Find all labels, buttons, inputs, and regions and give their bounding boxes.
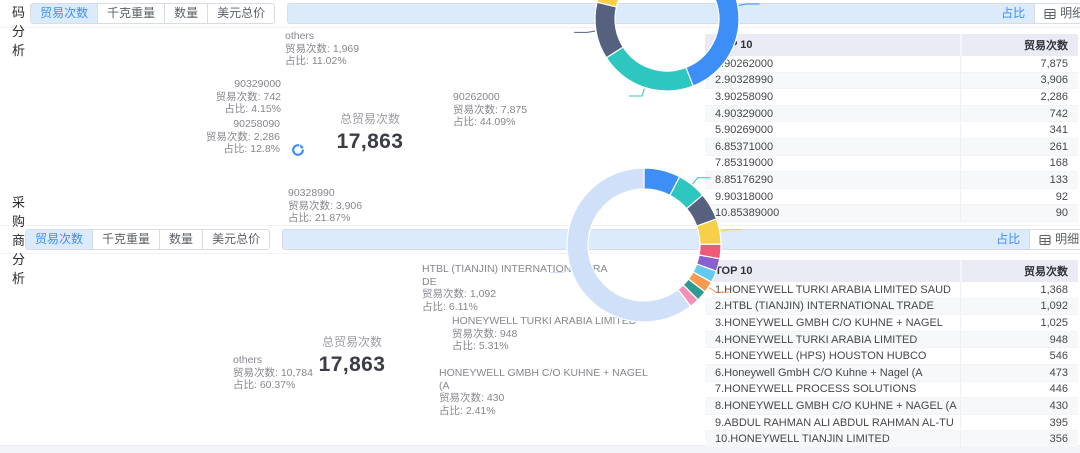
callout-percent: 占比: 4.15% — [216, 103, 281, 116]
proportion-view-button[interactable]: 占比 — [287, 3, 1035, 24]
callout-value: 贸易次数: 2,286 — [206, 131, 280, 144]
view-button-group: 占比 明细 — [282, 229, 1080, 250]
metric-button-1[interactable]: 贸易次数 — [25, 229, 93, 250]
donut-segment[interactable] — [606, 47, 693, 91]
metric-button-4[interactable]: 美元总价 — [202, 229, 270, 250]
metric-button-1[interactable]: 贸易次数 — [30, 3, 98, 24]
donut-segment[interactable] — [595, 2, 623, 58]
detail-view-button[interactable]: 明细 — [1034, 3, 1080, 24]
center-caption: 总贸易次数 — [319, 333, 386, 350]
metric-button-3[interactable]: 数量 — [164, 3, 208, 24]
detail-view-button[interactable]: 明细 — [1029, 229, 1080, 250]
callout-title: others — [233, 354, 313, 367]
metric-button-group: 贸易次数千克重量数量美元总价 — [25, 229, 270, 250]
chart-callout: others贸易次数: 10,784占比: 60.37% — [233, 354, 313, 392]
callout-value: 贸易次数: 430 — [439, 392, 648, 405]
callout-value: 贸易次数: 742 — [216, 91, 281, 104]
metric-button-4[interactable]: 美元总价 — [207, 3, 275, 24]
row-name: 9.ABDUL RAHMAN ALI ABDUL RAHMAN AL-TU — [705, 417, 960, 429]
metric-button-group: 贸易次数千克重量数量美元总价 — [30, 3, 275, 24]
donut-chart-icon — [292, 144, 992, 335]
chart-callout: 90329000贸易次数: 742占比: 4.15% — [216, 78, 281, 116]
metric-button-2[interactable]: 千克重量 — [97, 3, 165, 24]
callout-title: (A — [439, 380, 648, 393]
callout-title: 90329000 — [216, 78, 281, 91]
row-value: 356 — [960, 431, 1078, 447]
callout-leader-line — [693, 178, 711, 184]
view-button-group: 占比 明细 — [287, 3, 1080, 24]
proportion-view-button[interactable]: 占比 — [282, 229, 1030, 250]
row-name: 5.HONEYWELL (HPS) HOUSTON HUBCO — [705, 350, 960, 362]
callout-percent: 占比: 12.8% — [206, 143, 280, 156]
row-name: 5.90269000 — [705, 124, 960, 136]
view-button-label: 明细 — [1060, 4, 1080, 23]
view-button-label: 占比 — [996, 230, 1020, 249]
callout-percent: 占比: 2.41% — [439, 405, 648, 418]
row-name: 6.Honeywell GmbH C/O Kuhne + Nagel (A — [705, 367, 960, 379]
callout-title: HONEYWELL GMBH C/O KUHNE + NAGEL — [439, 367, 648, 380]
chart-callout: HONEYWELL GMBH C/O KUHNE + NAGEL(A贸易次数: … — [439, 367, 648, 417]
row-value: 395 — [960, 415, 1078, 431]
callout-percent: 占比: 5.31% — [452, 340, 636, 353]
callout-leader-line — [721, 230, 742, 231]
detail-grid-icon — [1044, 8, 1056, 20]
donut-chart-icon — [297, 0, 997, 112]
row-name: 10.HONEYWELL TIANJIN LIMITED — [705, 433, 960, 445]
callout-leader-line — [709, 288, 729, 292]
callout-leader-line — [550, 270, 571, 273]
view-button-label: 明细 — [1055, 230, 1079, 249]
analysis-section: 采购商分析 贸易次数千克重量数量美元总价 占比明细 总贸易次数 17,863 H… — [0, 225, 1080, 445]
metric-button-2[interactable]: 千克重量 — [92, 229, 160, 250]
center-caption: 总贸易次数 — [337, 110, 404, 127]
table-row: 6.Honeywell GmbH C/O Kuhne + Nagel (A473 — [705, 365, 1078, 382]
donut-center-label: 总贸易次数 17,863 — [319, 333, 386, 377]
callout-leader-line — [629, 88, 645, 96]
row-name: 7.HONEYWELL PROCESS SOLUTIONS — [705, 383, 960, 395]
callout-leader-line — [739, 4, 760, 6]
center-total-value: 17,863 — [319, 353, 386, 377]
chart-callout: 90258090贸易次数: 2,286占比: 12.8% — [206, 118, 280, 156]
table-row: 5.HONEYWELL (HPS) HOUSTON HUBCO546 — [705, 348, 1078, 365]
metric-button-3[interactable]: 数量 — [159, 229, 203, 250]
callout-percent: 占比: 44.09% — [453, 116, 527, 129]
section-header: 采购商分析 贸易次数千克重量数量美元总价 占比明细 — [0, 226, 1080, 254]
table-row: 10.HONEYWELL TIANJIN LIMITED356 — [705, 431, 1078, 448]
callout-percent: 占比: 60.37% — [233, 379, 313, 392]
row-name: 8.HONEYWELL GMBH C/O KUHNE + NAGEL (A — [705, 400, 960, 412]
toolbar: 贸易次数千克重量数量美元总价 占比 明细 — [25, 229, 1080, 250]
view-button-label: 占比 — [1001, 4, 1025, 23]
callout-value: 贸易次数: 10,784 — [233, 367, 313, 380]
row-value: 473 — [960, 365, 1078, 381]
section-header: HS编码分析 贸易次数千克重量数量美元总价 占比明细 — [0, 0, 1080, 28]
row-value: 446 — [960, 382, 1078, 398]
callout-leader-line — [574, 31, 595, 32]
row-name: 4.HONEYWELL TURKI ARABIA LIMITED — [705, 334, 960, 346]
analytics-dashboard: { "sections": [ { "title": "HS编码分析", "to… — [0, 0, 1080, 452]
detail-grid-icon — [1039, 234, 1051, 246]
table-row: 7.HONEYWELL PROCESS SOLUTIONS446 — [705, 382, 1078, 399]
table-row: 5.90269000341 — [705, 122, 1078, 139]
row-value: 430 — [960, 398, 1078, 414]
sections-container: HS编码分析 贸易次数千克重量数量美元总价 占比明细 总贸易次数 17,863 … — [0, 0, 1080, 445]
table-row: 8.HONEYWELL GMBH C/O KUHNE + NAGEL (A430 — [705, 398, 1078, 415]
row-value: 546 — [960, 348, 1078, 364]
callout-title: 90258090 — [206, 118, 280, 131]
toolbar: 贸易次数千克重量数量美元总价 占比 明细 — [30, 3, 1080, 24]
table-row: 9.ABDUL RAHMAN ALI ABDUL RAHMAN AL-TU395 — [705, 415, 1078, 432]
row-value: 341 — [960, 122, 1078, 138]
